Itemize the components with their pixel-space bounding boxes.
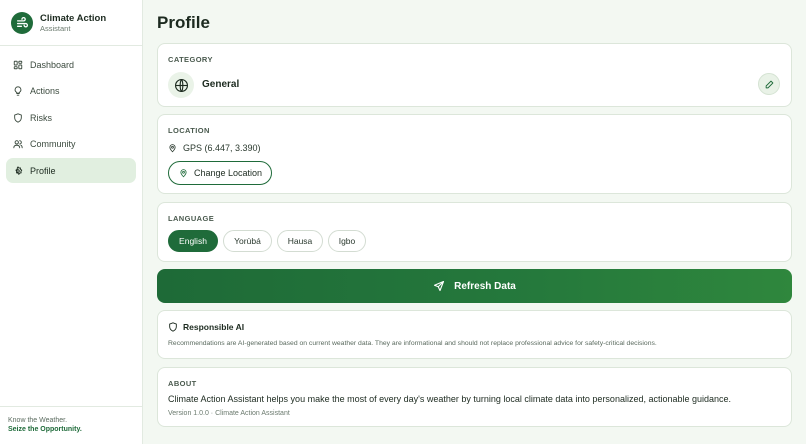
tagline-line-1: Know the Weather. (8, 417, 68, 424)
version-text: Version 1.0.0 · Climate Action Assistant (168, 410, 290, 417)
map-pin-icon (179, 168, 188, 178)
category-label: CATEGORY (168, 55, 213, 64)
about-text: Climate Action Assistant helps you make … (168, 394, 732, 404)
lightbulb-icon (13, 86, 23, 96)
language-options: English Yorùbá Hausa Igbo (168, 230, 371, 252)
sidebar: Climate Action Assistant Dashboard Actio… (0, 0, 143, 444)
pencil-icon (765, 80, 774, 89)
sidebar-item-label: Risks (30, 112, 52, 123)
refresh-data-button[interactable]: Refresh Data (157, 269, 792, 303)
language-label: LANGUAGE (168, 214, 215, 223)
sidebar-item-label: Dashboard (30, 59, 75, 70)
sidebar-item-label: Profile (30, 165, 56, 176)
page-title: Profile (157, 13, 210, 32)
location-card: LOCATION GPS (6.447, 3.390) Change Locat… (157, 114, 792, 194)
app-title: Climate Action (40, 12, 107, 24)
sidebar-item-dashboard[interactable]: Dashboard (6, 52, 136, 77)
send-icon (433, 280, 445, 292)
language-card: LANGUAGE English Yorùbá Hausa Igbo (157, 202, 792, 262)
sidebar-item-risks[interactable]: Risks (6, 105, 136, 130)
sidebar-item-actions[interactable]: Actions (6, 79, 136, 104)
gps-coordinates: GPS (6.447, 3.390) (183, 143, 261, 153)
language-option-hausa[interactable]: Hausa (277, 230, 323, 252)
brand: Climate Action Assistant (0, 0, 142, 46)
change-location-button[interactable]: Change Location (168, 161, 273, 185)
responsible-ai-text: Recommendations are AI-generated based o… (168, 340, 657, 347)
language-option-igbo[interactable]: Igbo (328, 230, 366, 252)
language-option-yoruba[interactable]: Yorùbá (223, 230, 272, 252)
responsible-ai-card: Responsible AI Recommendations are AI-ge… (157, 310, 792, 359)
category-card: CATEGORY General (157, 43, 792, 107)
shield-icon (13, 112, 23, 123)
settings-icon (13, 165, 23, 176)
app-subtitle: Assistant (40, 23, 71, 33)
globe-icon (168, 72, 194, 98)
change-location-label: Change Location (194, 168, 263, 178)
responsible-ai-title: Responsible AI (183, 322, 245, 332)
users-icon (13, 139, 23, 149)
shield-icon (168, 322, 178, 332)
sidebar-footer: Know the Weather. Seize the Opportunity. (0, 406, 142, 444)
sidebar-item-community[interactable]: Community (6, 132, 136, 157)
refresh-data-label: Refresh Data (454, 280, 516, 292)
edit-category-button[interactable] (758, 73, 780, 95)
tagline-line-2: Seize the Opportunity. (8, 426, 82, 433)
map-pin-icon (168, 143, 177, 153)
responsible-ai-heading: Responsible AI (168, 322, 244, 332)
sidebar-nav: Dashboard Actions Risks Community Profil… (0, 46, 142, 183)
grid-icon (13, 60, 23, 70)
sidebar-item-profile[interactable]: Profile (6, 158, 136, 183)
category-value: General (202, 79, 240, 90)
about-label: ABOUT (168, 379, 197, 388)
about-card: ABOUT Climate Action Assistant helps you… (157, 367, 792, 427)
app-logo (11, 11, 33, 34)
gps-row: GPS (6.447, 3.390) (168, 143, 261, 153)
location-label: LOCATION (168, 126, 210, 135)
sidebar-item-label: Community (30, 139, 76, 149)
sidebar-item-label: Actions (30, 86, 60, 96)
language-option-english[interactable]: English (168, 230, 218, 252)
